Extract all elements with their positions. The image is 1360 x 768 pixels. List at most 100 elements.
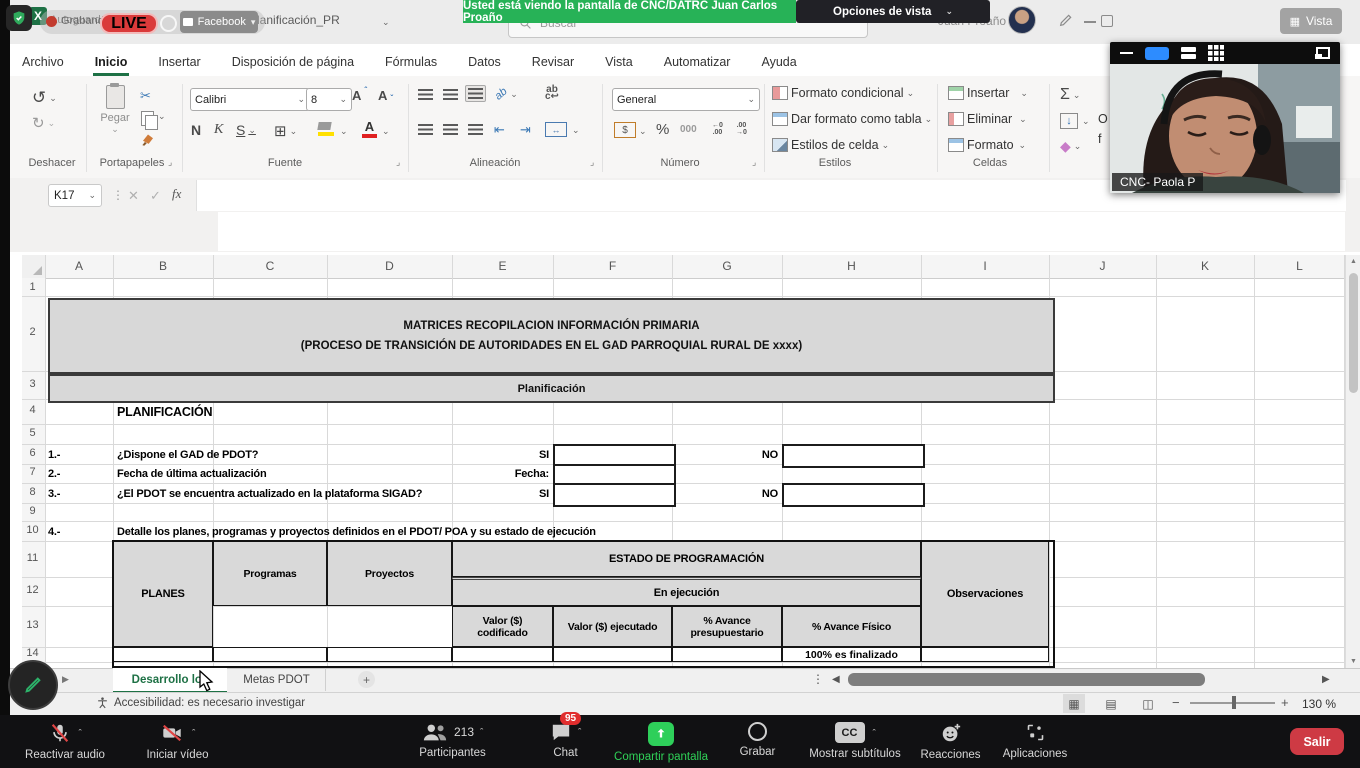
increase-indent-button[interactable]: ⇥ [520,122,531,138]
scroll-up-icon[interactable]: ▲ [1350,258,1357,265]
col-header-B[interactable]: B [113,259,213,273]
add-sheet-button[interactable]: + [358,671,375,688]
unmute-button[interactable]: ˆ Reactivar audio [10,722,120,761]
tab-disposicion[interactable]: Disposición de página [230,50,356,76]
minimize-icon[interactable] [1084,21,1096,23]
col-header-A[interactable]: A [45,259,113,273]
copy-chevron[interactable]: ⌄ [158,111,166,122]
number-format-select[interactable]: General⌄ [612,88,760,111]
align-middle-button[interactable] [443,89,458,100]
align-center-button[interactable] [443,124,458,135]
wrap-text-button[interactable]: abc↩ [545,86,559,100]
table-cell-observaciones-r14[interactable] [921,647,1049,662]
status-accessibility[interactable]: Accesibilidad: es necesario investigar [114,697,305,709]
italic-button[interactable]: K [214,122,223,138]
record-button[interactable]: Grabar [725,722,790,758]
redo-button[interactable]: ↻⌄ [32,114,55,132]
vertical-scroll-thumb[interactable] [1349,273,1358,393]
hscroll-right-icon[interactable]: ▶ [1322,674,1330,685]
tab-datos[interactable]: Datos [466,50,503,76]
apps-button[interactable]: Aplicaciones [990,722,1080,760]
table-cell-planes-r14[interactable] [113,647,213,662]
copy-button[interactable] [141,111,154,126]
tab-inicio[interactable]: Inicio [93,50,130,76]
accounting-format-button[interactable]: $ [614,122,636,138]
align-top-button[interactable] [418,89,433,100]
col-header-I[interactable]: I [921,259,1049,273]
table-cell-proyectos-r14[interactable] [327,647,452,662]
vista-button[interactable]: ▦ Vista [1280,8,1342,34]
table-cell-avance-fisico-note[interactable]: 100% es finalizado [782,647,921,662]
percent-button[interactable]: % [656,121,669,138]
row-header-2[interactable]: 2 [22,326,43,338]
number-dialog-launcher[interactable]: ⌟ [752,157,756,168]
fx-icon[interactable]: fx [172,186,181,202]
zoom-out-button[interactable]: − [1172,695,1180,710]
mic-options-chevron[interactable]: ˆ [79,728,82,738]
formula-input-expanded[interactable] [218,212,1345,251]
name-box[interactable]: K17 ⌄ [48,184,102,207]
paste-button[interactable]: Pegar ⌄ [98,85,132,143]
cancel-entry-icon[interactable]: ✕ [128,188,139,204]
video-gallery-view-icon[interactable] [1208,45,1224,61]
clipboard-dialog-launcher[interactable]: ⌟ [168,157,172,168]
participants-button[interactable]: 213 ˆ Participantes [395,722,510,759]
row-header-7[interactable]: 7 [22,466,43,478]
normal-view-button[interactable]: ▦ [1063,694,1085,713]
row-header-9[interactable]: 9 [22,505,43,517]
bold-button[interactable]: N [191,122,201,138]
increase-decimal-button[interactable]: ←0.00 [712,122,723,136]
video-minimize-icon[interactable] [1120,52,1133,55]
fill-color-button[interactable] [318,122,334,136]
orientation-button[interactable]: ab⌄ [495,88,518,100]
row-header-10[interactable]: 10 [22,524,43,536]
conditional-format-button[interactable]: Formato condicional⌄ [772,86,914,100]
comma-style-button[interactable]: 000 [680,124,697,135]
row-header-13[interactable]: 13 [22,619,43,631]
align-bottom-button[interactable] [465,85,486,102]
insert-cells-button[interactable]: Insertar⌄ [948,86,1028,100]
merge-center-button[interactable]: ↔ [545,122,567,137]
video-options-chevron[interactable]: ˆ [192,728,195,738]
decrease-indent-button[interactable]: ⇤ [494,122,505,138]
tab-formulas[interactable]: Fórmulas [383,50,439,76]
start-video-button[interactable]: ˆ Iniciar vídeo [125,722,230,761]
table-cell-ejecutado-r14[interactable] [553,647,672,662]
chat-chevron[interactable]: ˆ [578,727,581,737]
col-header-C[interactable]: C [213,259,327,273]
col-header-L[interactable]: L [1254,259,1345,273]
col-header-F[interactable]: F [553,259,672,273]
font-color-chevron[interactable]: ⌄ [382,126,390,137]
video-active-view-icon[interactable] [1145,47,1169,60]
restore-icon[interactable] [1101,15,1113,27]
tab-options-dots-icon[interactable]: ⋮ [812,672,824,686]
scroll-down-icon[interactable]: ▼ [1350,658,1357,665]
row-header-5[interactable]: 5 [22,427,43,439]
avatar[interactable] [1008,6,1036,34]
table-cell-codificado-r14[interactable] [452,647,553,662]
merge-chevron[interactable]: ⌄ [572,125,580,136]
captions-chevron[interactable]: ˆ [873,728,876,738]
fill-chevron[interactable]: ⌄ [1082,116,1090,127]
row-header-6[interactable]: 6 [22,447,43,459]
q3-si-box[interactable] [553,483,676,507]
page-break-view-button[interactable]: ◫ [1137,694,1159,713]
tab-revisar[interactable]: Revisar [530,50,576,76]
clear-button[interactable]: ◆⌄ [1060,138,1081,155]
stream-platform-button[interactable]: Facebook ▾ [180,11,258,33]
zoom-slider-thumb[interactable] [1232,696,1236,709]
cell-styles-button[interactable]: Estilos de celda⌄ [772,138,889,152]
zoom-in-button[interactable]: + [1281,695,1289,710]
increase-font-button[interactable]: Aˆ [352,88,367,103]
accounting-chevron[interactable]: ⌄ [639,126,647,137]
share-screen-button[interactable]: Compartir pantalla [605,722,717,763]
row-header-4[interactable]: 4 [22,404,43,416]
table-cell-presupuestario-r14[interactable] [672,647,782,662]
decrease-decimal-button[interactable]: .00→0 [736,122,747,136]
video-popout-icon[interactable] [1315,47,1330,59]
align-right-button[interactable] [468,124,483,135]
font-name-select[interactable]: Calibri⌄ [190,88,310,111]
reactions-button[interactable]: Reacciones [908,722,993,761]
row-header-14[interactable]: 14 [22,647,43,659]
underline-button[interactable]: S⌄ [236,122,256,138]
